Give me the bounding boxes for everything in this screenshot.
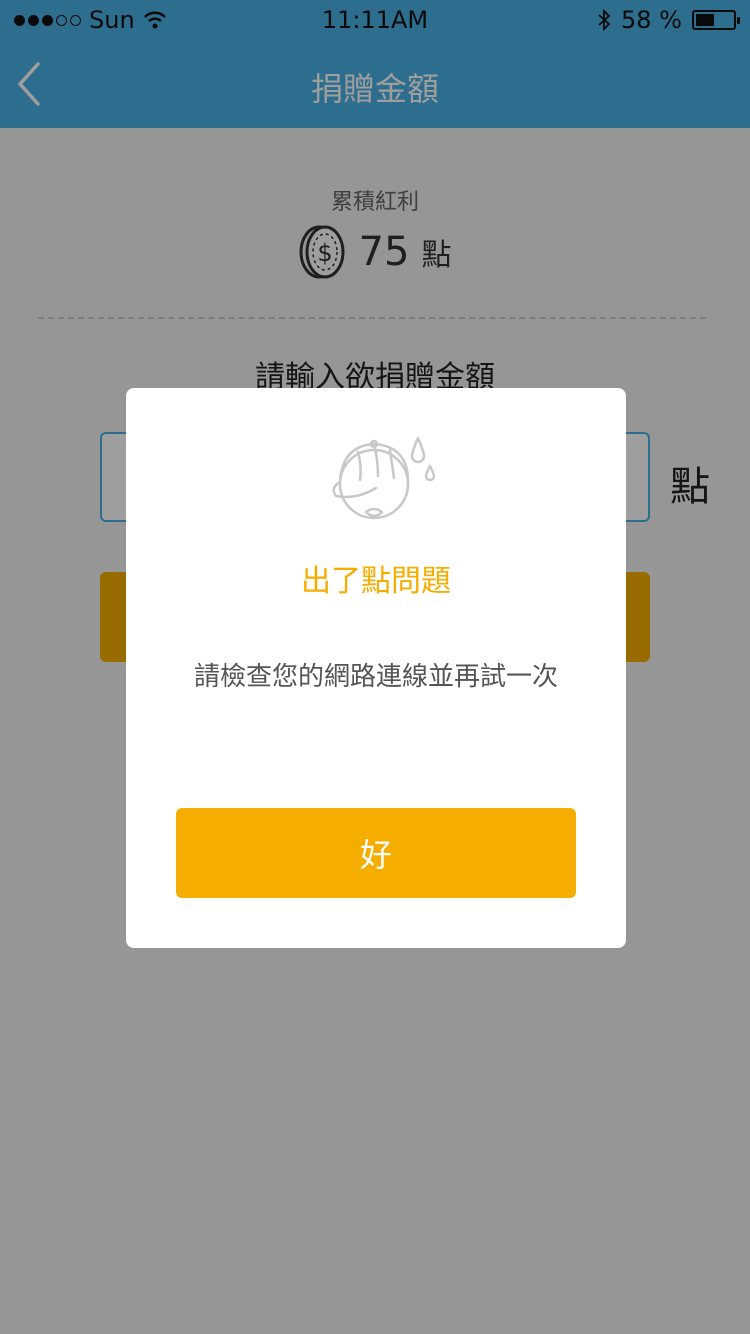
dialog-title: 出了點問題 [301,564,451,599]
dialog-message: 請檢查您的網路連線並再試一次 [193,662,558,692]
sweating-face-icon [332,436,436,520]
ok-button[interactable]: 好 [176,808,576,898]
error-dialog: 出了點問題 請檢查您的網路連線並再試一次 好 [126,388,626,948]
